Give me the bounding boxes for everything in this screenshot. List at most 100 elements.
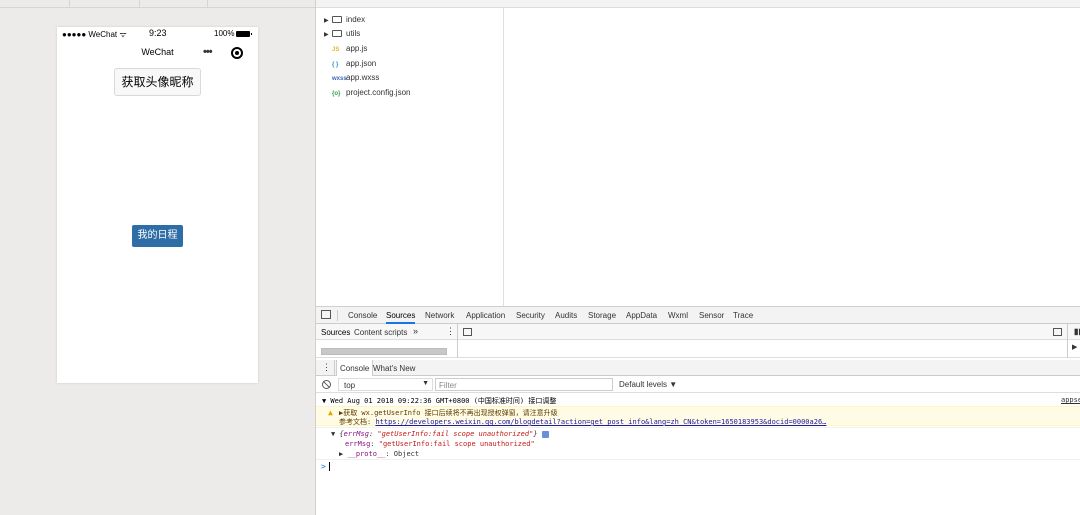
- wxss-file-icon: wxss: [332, 76, 347, 82]
- context-selector[interactable]: top ▼: [338, 378, 433, 391]
- object-key: errMsg: [343, 430, 369, 438]
- tree-folder-utils[interactable]: ▶ utils: [324, 29, 360, 43]
- property-value: "getUserInfo:fail scope unauthorized": [378, 440, 535, 448]
- divider: [1067, 340, 1068, 358]
- divider: [1067, 324, 1068, 340]
- simulator-top-strip: [0, 0, 315, 8]
- tree-item-label: utils: [346, 29, 361, 38]
- tree-file-app-json[interactable]: { } app.json: [324, 59, 376, 73]
- my-schedule-button[interactable]: 我的日程: [132, 225, 183, 247]
- js-file-icon: JS: [332, 47, 340, 53]
- expand-arrow-icon[interactable]: ▶: [1072, 343, 1077, 351]
- phone-simulator: ●●●●● WeChat ᯤ 9:23 100% WeChat ••• 获取头像…: [57, 27, 258, 383]
- toggle-debugger-icon[interactable]: [1053, 328, 1062, 336]
- battery-icon: [236, 30, 253, 37]
- drawer-tab-bar: ⋮ Console What's New: [316, 360, 1080, 376]
- property-key: errMsg: [345, 440, 371, 448]
- tree-item-label: app.js: [346, 44, 368, 53]
- divider: [457, 340, 458, 358]
- devtools-panel: Console Sources Network Application Secu…: [316, 306, 1080, 515]
- content-scripts-subtab[interactable]: Content scripts: [354, 328, 407, 337]
- tab-storage[interactable]: Storage: [588, 311, 616, 320]
- strip-segment: [70, 0, 140, 8]
- info-icon: [541, 430, 549, 438]
- status-bar: ●●●●● WeChat ᯤ 9:23 100%: [57, 27, 258, 41]
- tab-sensor[interactable]: Sensor: [699, 311, 724, 320]
- devtools-tab-bar: Console Sources Network Application Secu…: [316, 307, 1080, 324]
- tab-console[interactable]: Console: [348, 311, 377, 320]
- sources-navigator-bar: Sources Content scripts » ⋮ ▮▮: [316, 324, 1080, 340]
- filter-input[interactable]: Filter: [435, 378, 613, 391]
- warning-doc-label: 参考文档:: [339, 418, 376, 426]
- tree-item-label: app.wxss: [346, 73, 380, 82]
- tree-file-app-js[interactable]: JS app.js: [324, 44, 367, 58]
- horizontal-scrollbar[interactable]: [321, 348, 447, 355]
- divider: [337, 310, 338, 321]
- context-value: top: [344, 381, 356, 390]
- nav-title: WeChat: [141, 47, 174, 57]
- tree-item-label: index: [346, 15, 366, 24]
- object-property: errMsg: "getUserInfo:fail scope unauthor…: [345, 440, 535, 448]
- object-expander[interactable]: ▼ {errMsg: "getUserInfo:fail scope unaut…: [331, 430, 549, 438]
- tab-network[interactable]: Network: [425, 311, 454, 320]
- folder-icon: [332, 30, 342, 38]
- json-file-icon: { }: [332, 62, 339, 68]
- log-group-header[interactable]: ▼ Wed Aug 01 2018 09:22:36 GMT+0800 (中国标…: [322, 396, 556, 406]
- file-tree: ▶ index ▶ utils JS app.js { } app.json wxssa…: [316, 8, 504, 306]
- close-capsule-icon[interactable]: [231, 47, 243, 59]
- kebab-menu-icon[interactable]: ⋮: [446, 326, 455, 337]
- warning-icon: ▲: [328, 408, 333, 417]
- console-prompt[interactable]: >: [321, 462, 330, 471]
- console-filter-bar: top ▼ Filter Default levels ▼: [316, 376, 1080, 393]
- warning-doc-line: 参考文档: https://developers.weixin.qq.com/b…: [339, 417, 826, 427]
- sources-subtab[interactable]: Sources: [321, 328, 350, 337]
- proto-key: __proto__: [347, 450, 386, 458]
- strip-segment: [0, 0, 70, 8]
- log-source-link[interactable]: appse: [1061, 396, 1080, 404]
- config-file-icon: {o}: [332, 91, 341, 97]
- divider: [316, 427, 1080, 428]
- proto-value: : Object: [385, 450, 420, 458]
- drawer-tab-console[interactable]: Console: [336, 360, 374, 376]
- divider: [457, 324, 458, 340]
- drawer-tab-whats-new[interactable]: What's New: [373, 364, 415, 373]
- warning-doc-link[interactable]: https://developers.weixin.qq.com/blogdet…: [375, 418, 826, 426]
- toggle-navigator-icon[interactable]: [463, 328, 472, 336]
- battery-status: 100%: [214, 29, 253, 38]
- tab-sources[interactable]: Sources: [386, 311, 416, 324]
- carrier-label: ●●●●● WeChat ᯤ: [62, 30, 127, 39]
- tab-trace[interactable]: Trace: [733, 311, 753, 320]
- battery-percent: 100%: [214, 29, 235, 38]
- more-tabs-icon[interactable]: »: [413, 326, 418, 336]
- tab-application[interactable]: Application: [466, 311, 505, 320]
- pause-icon[interactable]: ▮▮: [1074, 327, 1080, 336]
- object-value: "getUserInfo:fail scope unauthorized": [377, 430, 534, 438]
- inspect-element-icon[interactable]: [321, 310, 331, 319]
- expand-arrow-icon: ▶: [324, 32, 329, 38]
- log-levels-dropdown[interactable]: Default levels ▼: [619, 380, 677, 389]
- dropdown-caret-icon: ▼: [422, 380, 429, 387]
- ide-main-area: ▶ index ▶ utils JS app.js { } app.json wxssa…: [315, 0, 1080, 515]
- folder-icon: [332, 16, 342, 24]
- more-menu-icon[interactable]: •••: [203, 46, 213, 58]
- warning-message: ▲ ▶获取 wx.getUserInfo 接口后续将不再出现授权弹窗，请注意升级…: [316, 406, 1080, 426]
- object-open: ▼ {: [331, 430, 344, 438]
- proto-expander[interactable]: ▶ __proto__: Object: [339, 450, 419, 458]
- tab-audits[interactable]: Audits: [555, 311, 577, 320]
- clock: 9:23: [149, 28, 167, 38]
- expand-arrow-icon: ▶: [324, 18, 329, 24]
- clear-console-icon[interactable]: [322, 380, 331, 389]
- get-avatar-nickname-button[interactable]: 获取头像昵称: [114, 68, 201, 96]
- divider: [334, 360, 335, 376]
- sources-navigator-content: ▶: [316, 340, 1080, 358]
- prompt-icon: >: [321, 462, 326, 471]
- tree-file-project-config[interactable]: {o} project.config.json: [324, 88, 410, 102]
- tree-file-app-wxss[interactable]: wxssapp.wxss: [324, 73, 379, 87]
- tab-wxml[interactable]: Wxml: [668, 311, 688, 320]
- tab-appdata[interactable]: AppData: [626, 311, 657, 320]
- editor-toolbar: [316, 0, 1080, 8]
- tab-security[interactable]: Security: [516, 311, 545, 320]
- text-cursor: [328, 462, 330, 471]
- kebab-menu-icon[interactable]: ⋮: [322, 362, 331, 373]
- tree-folder-index[interactable]: ▶ index: [324, 15, 365, 29]
